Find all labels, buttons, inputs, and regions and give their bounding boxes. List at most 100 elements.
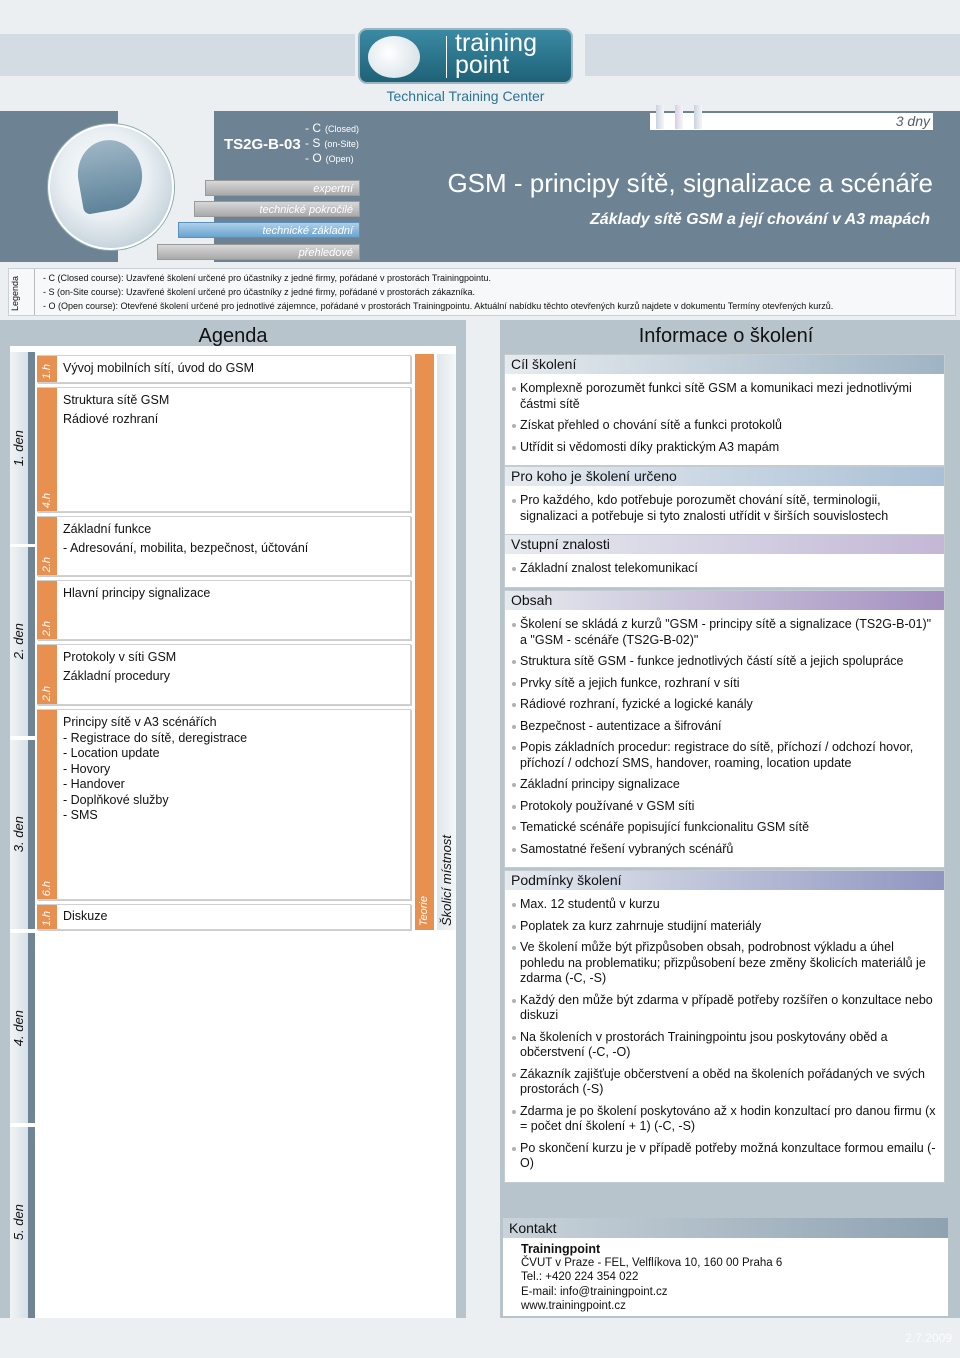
list-item: Každý den může být zdarma v případě potř… [512,993,936,1024]
hours-label: 4.h [41,492,53,508]
legend-line-closed: - C (Closed course): Uzavřené školení ur… [43,273,492,283]
contact-org: Trainingpoint [521,1242,601,1256]
course-subtitle: Základy sítě GSM a její chování v A3 map… [590,211,930,228]
contact-section: Kontakt Trainingpoint ČVUT v Praze - FEL… [503,1218,948,1316]
list-item: Prvky sítě a jejich funkce, rozhraní v s… [512,676,936,692]
course-type-onsite: - S (on-Site) [305,136,359,150]
contact-website[interactable]: www.trainingpoint.cz [521,1299,948,1313]
level-overview: přehledové [157,244,360,260]
day-label-4: 4. den [10,933,35,1123]
agenda-item: 2.h Hlavní principy signalizace [37,580,411,640]
document-date: 2.7.2009 [905,1331,952,1345]
legend-line-onsite: - S (on-Site course): Uzavřené školení u… [43,287,476,297]
list-item: Popis základních procedur: registrace do… [512,740,936,771]
hours-label: 1.h [41,363,53,379]
course-type-open: - O (Open) [305,151,354,165]
hours-label: 1.h [41,910,53,926]
contact-title: Kontakt [503,1218,948,1238]
course-type-letter: - S [305,136,321,150]
day-label-1: 1. den [10,352,35,544]
agenda-item-text: Diskuze [63,909,107,925]
course-type-letter: - C [305,121,321,135]
contact-email[interactable]: E-mail: info@trainingpoint.cz [521,1285,948,1299]
agenda-item-text: Principy sítě v A3 scénářích - Registrace… [63,715,247,824]
hours-badge: 1.h [37,905,57,929]
hours-badge: 2.h [37,517,57,575]
agenda-line: Základní procedury [63,668,171,683]
agenda-item: 4.h Struktura sítě GSM Rádiové rozhraní [37,387,411,512]
agenda-item: 1.h Diskuze [37,904,411,930]
list-item: Na školeních v prostorách Trainingpointu… [512,1030,936,1061]
list-item: Tematické scénáře popisující funkcionali… [512,820,936,836]
day-label-text: 2. den [11,623,26,660]
list-item: Poplatek za kurz zahrnuje studijní mater… [512,919,936,935]
list-item: Bezpečnost - autentizace a šifrování [512,719,936,735]
list-item: Zákazník zajišťuje občerstvení a oběd na… [512,1067,936,1098]
agenda-item-text: Struktura sítě GSM Rádiové rozhraní [63,393,169,427]
info-title: Informace o školení [638,325,814,347]
day-label-3: 3. den [10,740,35,929]
trainingpoint-logo: training point [358,28,573,84]
section-list: Školení se skládá z kurzů "GSM - princip… [505,610,944,867]
course-duration: 3 dny [895,113,930,129]
hours-badge: 6.h [37,710,57,899]
agenda-item: 6.h Principy sítě v A3 scénářích - Registr… [37,709,411,900]
speech-bubble-logo-icon [48,124,174,250]
contact-address: ČVUT v Praze - FEL, Velflíkova 10, 160 0… [521,1257,783,1270]
agenda-item-text: Základní funkce - Adresování, mobilita, b… [63,522,308,556]
hours-badge: 2.h [37,581,57,639]
section-title: Cíl školení [505,355,944,374]
course-code: TS2G-B-03 [224,136,301,153]
type-label: Teorie [418,895,430,926]
hours-badge: 2.h [37,645,57,704]
section-title: Pro koho je školení určeno [505,467,944,486]
list-item: Školení se skládá z kurzů "GSM - princip… [512,617,936,648]
logo-tagline: Technical Training Center [386,88,545,104]
agenda-line: Principy sítě v A3 scénářích [63,715,217,729]
hours-label: 2.h [41,556,53,572]
agenda-line: Hlavní principy signalizace [63,586,211,600]
hours-label: 6.h [41,880,53,896]
section-title: Obsah [505,591,944,610]
section-title: Podmínky školení [505,871,944,890]
list-item: Rádiové rozhraní, fyzické a logické kaná… [512,697,936,713]
list-item: Max. 12 studentů v kurzu [512,897,936,913]
location-column: Školicí místnost [437,354,456,930]
agenda-line: Struktura sítě GSM [63,393,170,407]
list-item: Základní principy signalizace [512,777,936,793]
color-bar-blue [656,105,664,129]
agenda-item: 2.h Protokoly v síti GSM Základní procedur… [37,644,411,705]
legend-title: Legenda [10,275,20,311]
bubble-shape [72,134,148,216]
info-section: Vstupní znalosti Základní znalost telekom… [504,534,945,588]
list-item: Pro každého, kdo potřebuje porozumět cho… [512,493,936,524]
info-section: Pro koho je školení určeno Pro každého, k… [504,466,945,535]
agenda-line: - Handover [63,777,125,791]
agenda-line: - Location update [63,746,160,760]
list-item: Zdarma je po školení poskytováno až x ho… [512,1103,936,1133]
course-type-letter: - O [305,151,322,165]
info-section: Obsah Školení se skládá z kurzů "GSM - pr… [504,590,945,868]
course-type-label: (Open) [325,154,354,164]
section-list: Pro každého, kdo potřebuje porozumět cho… [505,486,944,534]
day-label-text: 4. den [11,1009,26,1047]
logo-word-point: point [455,51,510,79]
list-item: Získat přehled o chování sítě a funkci p… [512,418,936,434]
agenda-item-text: Hlavní principy signalizace [63,586,210,602]
agenda-line: Základní funkce [63,522,152,536]
list-item: Komplexně porozumět funkci sítě GSM a ko… [512,381,936,412]
location-label: Školicí místnost [439,834,454,926]
logo-mark-icon [368,36,420,78]
duration-bar: 3 dny [650,105,933,130]
course-type-label: (on-Site) [324,139,359,149]
type-column-theory: Teorie [415,354,434,930]
list-item: Ve školení může být přizpůsoben obsah, p… [512,940,936,987]
agenda-item: 2.h Základní funkce - Adresování, mobilita… [37,516,411,576]
agenda-line: - Registrace do sítě, deregistrace [63,730,248,745]
list-item: Utřídit si vědomosti díky praktickým A3 … [512,440,936,456]
level-basic-active: technické základní [178,222,360,238]
legend-divider [34,269,35,315]
legend-box: Legenda - C (Closed course): Uzavřené šk… [8,268,956,316]
list-item: Samostatné řešení vybraných scénářů [512,842,936,858]
info-section: Podmínky školení Max. 12 studentů v kurzu… [504,870,945,1183]
